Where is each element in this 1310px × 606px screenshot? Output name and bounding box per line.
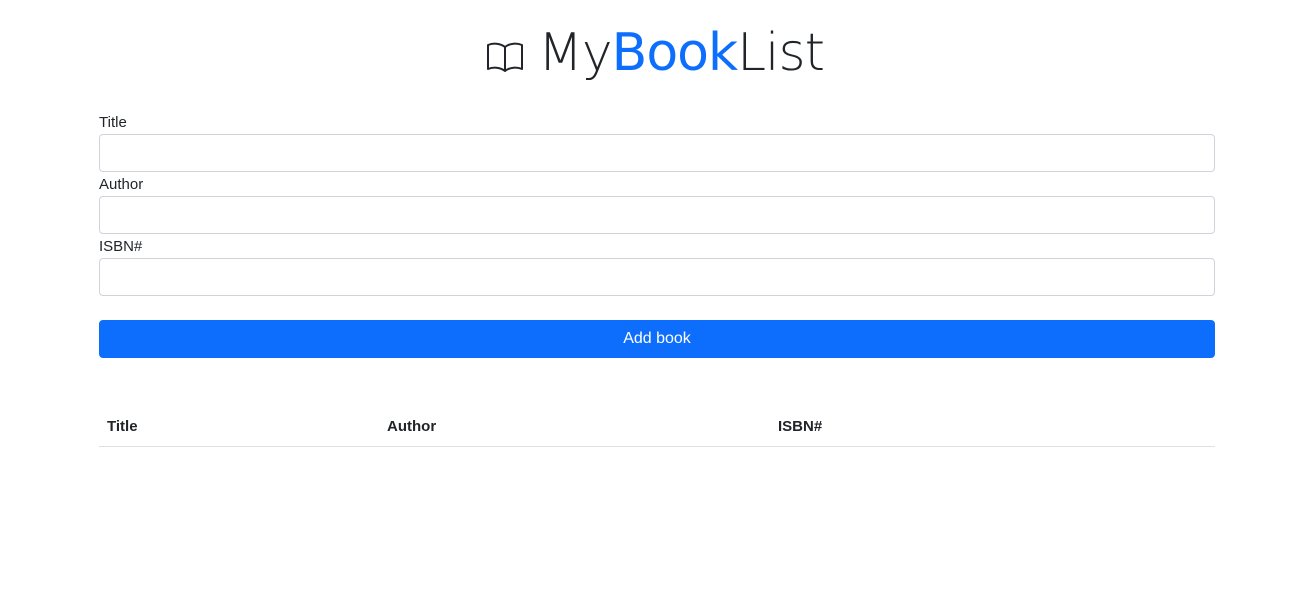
app-header: MyBookList [0,18,1310,88]
add-book-button[interactable]: Add book [99,320,1215,358]
book-list-table: Title Author ISBN# [99,406,1215,447]
table-header-row: Title Author ISBN# [99,406,1215,447]
isbn-input[interactable] [99,258,1215,296]
app-title-suffix: List [737,23,825,83]
title-input[interactable] [99,134,1215,172]
table-header: Title Author ISBN# [99,406,1215,447]
column-header-isbn: ISBN# [770,406,1215,447]
app-title: MyBookList [538,27,825,79]
open-book-icon [486,40,524,74]
isbn-label: ISBN# [99,238,143,255]
add-book-form: Title Author ISBN# [99,112,1215,298]
author-label: Author [99,176,144,193]
column-header-author: Author [379,406,770,447]
app-title-accent: Book [611,23,738,83]
title-label: Title [99,114,127,131]
author-input[interactable] [99,196,1215,234]
column-header-title: Title [99,406,379,447]
app-title-prefix: My [538,23,613,83]
